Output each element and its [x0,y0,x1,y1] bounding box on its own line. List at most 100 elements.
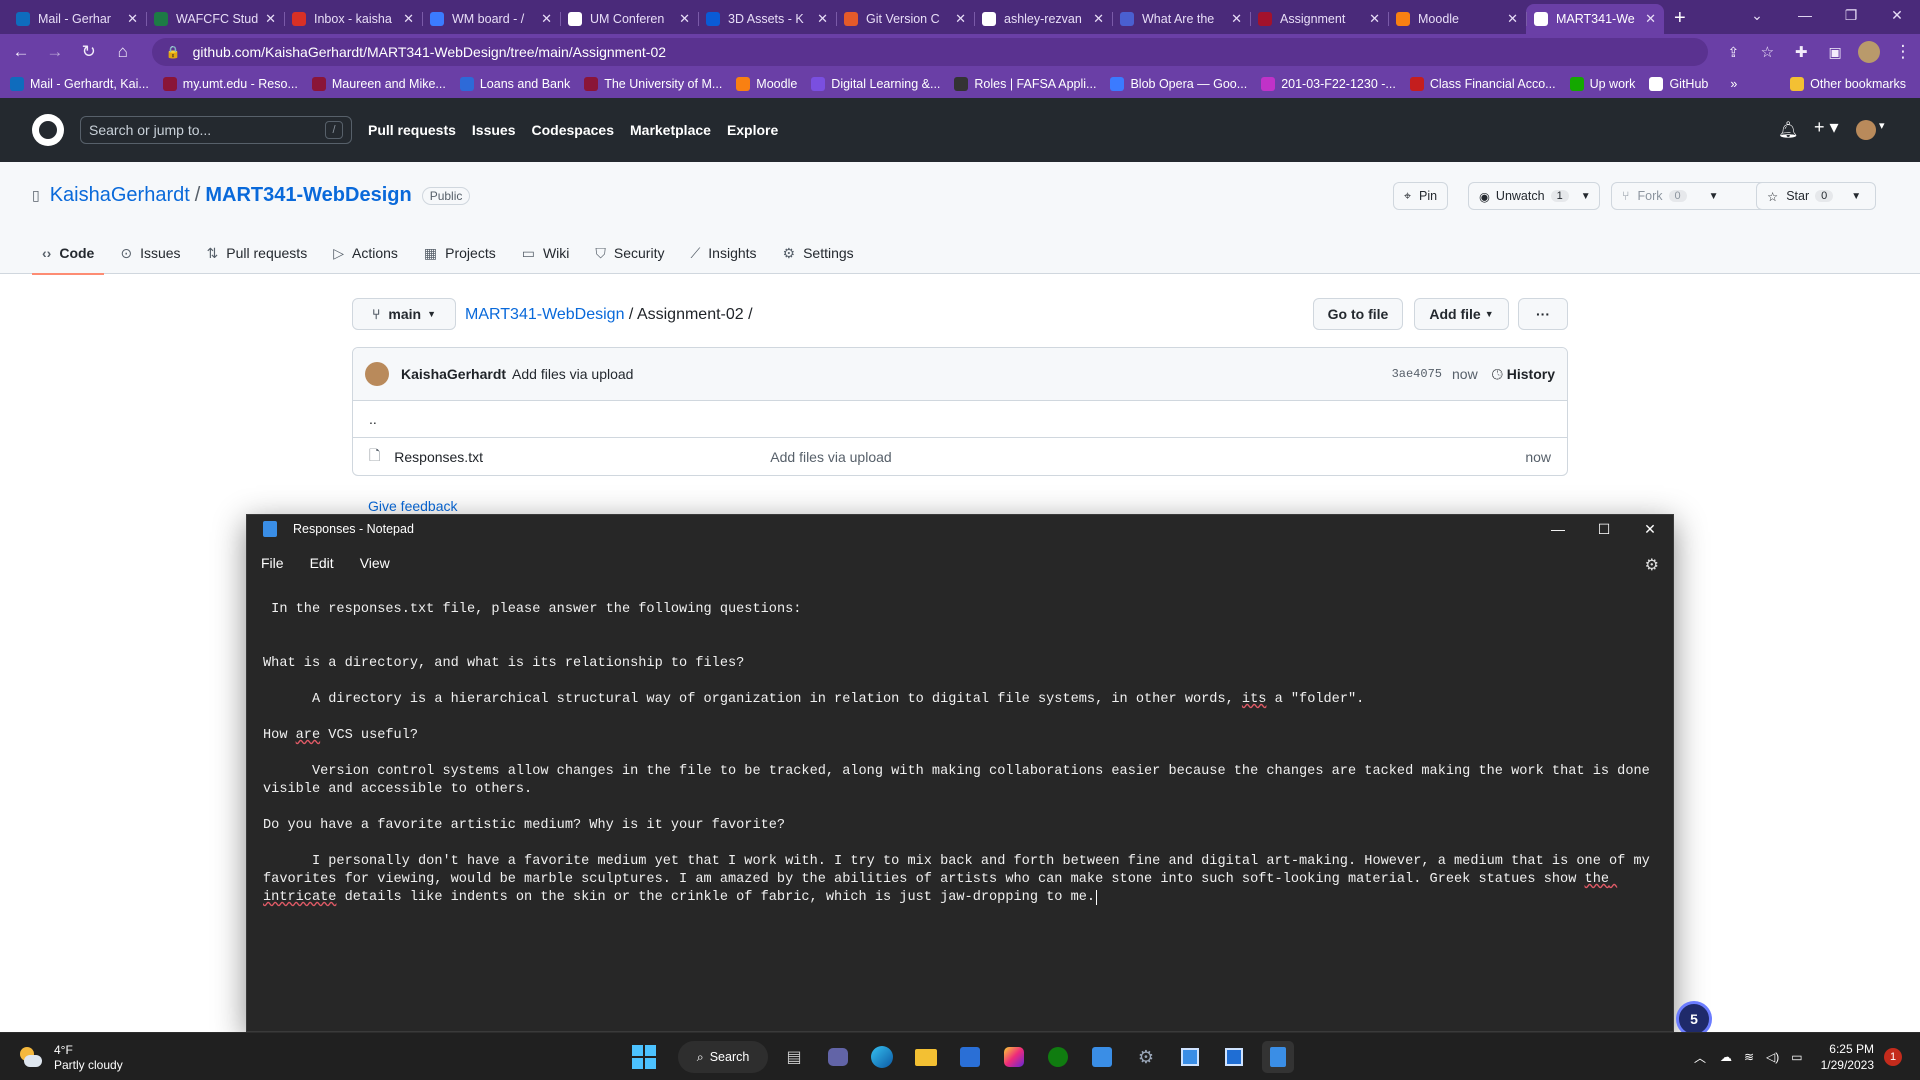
nav-explore[interactable]: Explore [727,122,778,138]
commit-author[interactable]: KaishaGerhardt [401,366,506,382]
bookmark-item[interactable]: Roles | FAFSA Appli... [954,77,1096,91]
tab-pull-requests[interactable]: ⇅ Pull requests [197,232,318,274]
fork-button[interactable]: ⑂ Fork 0 ▼ [1611,182,1769,210]
nav-issues[interactable]: Issues [472,122,516,138]
onedrive-cloud-icon[interactable]: ☁ [1720,1050,1732,1064]
file-commit-message[interactable]: Add files via upload [770,449,1525,465]
notepad-maximize-button[interactable]: ☐ [1581,515,1627,543]
tab-close-icon[interactable]: ✕ [1231,11,1242,27]
notepad-text-area[interactable]: In the responses.txt file, please answer… [263,601,1663,907]
menu-file[interactable]: File [261,555,284,571]
menu-edit[interactable]: Edit [310,555,334,571]
side-panel-icon[interactable]: ▣ [1818,38,1852,66]
tab-code[interactable]: ‹› Code [32,232,105,275]
weather-widget[interactable]: 4°F Partly cloudy [18,1043,123,1073]
settings-gear-icon[interactable]: ⚙ [1130,1041,1162,1073]
tab-issues[interactable]: ⊙ Issues [110,232,190,274]
fork-caret-icon[interactable]: ▼ [1709,191,1719,202]
tab-projects[interactable]: ▦ Projects [414,232,506,274]
browser-tab[interactable]: 3D Assets - K ✕ [698,4,836,34]
repo-name-link[interactable]: MART341-WebDesign [205,184,411,207]
tab-actions[interactable]: ▷ Actions [323,232,408,274]
user-avatar[interactable] [1856,120,1876,140]
nav-pull-requests[interactable]: Pull requests [368,122,456,138]
battery-icon[interactable]: ▭ [1791,1050,1802,1064]
bookmark-item[interactable]: Digital Learning &... [811,77,940,91]
bookmark-item[interactable]: Class Financial Acco... [1409,77,1556,91]
notepad-taskbar-icon[interactable] [1262,1041,1294,1073]
nav-codespaces[interactable]: Codespaces [532,122,614,138]
minimize-button[interactable]: — [1782,0,1828,30]
edge-browser-icon[interactable] [866,1041,898,1073]
notepad-minimize-button[interactable]: — [1535,515,1581,543]
browser-tab[interactable]: Assignment ✕ [1250,4,1388,34]
create-new-icon[interactable]: + ▾ [1814,117,1839,138]
notepad-settings-gear-icon[interactable]: ⚙ [1645,555,1659,575]
address-bar[interactable]: 🔒 github.com/KaishaGerhardt/MART341-WebD… [151,38,1709,66]
browser-tab[interactable]: WM board - / ✕ [422,4,560,34]
tab-close-icon[interactable]: ✕ [1093,11,1104,27]
give-feedback-link[interactable]: Give feedback [368,498,458,514]
more-bookmarks-chevron[interactable]: » [1730,77,1737,91]
close-window-button[interactable]: ✕ [1874,0,1920,30]
tab-search-icon[interactable]: ⌄ [1734,0,1780,30]
tab-close-icon[interactable]: ✕ [955,11,966,27]
parent-directory-row[interactable]: .. [353,401,1567,438]
bookmark-item[interactable]: GitHub [1649,77,1708,91]
tab-wiki[interactable]: ▭ Wiki [512,232,580,274]
more-options-button[interactable]: ··· [1518,298,1568,330]
calendar-app-icon[interactable] [1086,1041,1118,1073]
go-to-file-button[interactable]: Go to file [1313,298,1403,330]
taskbar-search-button[interactable]: ⌕ Search [678,1041,768,1073]
notepad-close-button[interactable]: ✕ [1627,515,1673,543]
home-button[interactable]: ⌂ [106,38,140,66]
pin-button[interactable]: ⌖ Pin [1393,182,1449,210]
tab-close-icon[interactable]: ✕ [265,11,276,27]
branch-selector[interactable]: ⑂ main ▼ [352,298,456,330]
browser-tab[interactable]: ashley-rezvan ✕ [974,4,1112,34]
browser-tab[interactable]: Moodle ✕ [1388,4,1526,34]
tab-security[interactable]: ⛉ Security [585,232,674,274]
menu-view[interactable]: View [360,555,390,571]
tab-close-icon[interactable]: ✕ [817,11,828,27]
microsoft-store-icon[interactable] [954,1041,986,1073]
github-logo-icon[interactable] [32,114,64,146]
tab-close-icon[interactable]: ✕ [541,11,552,27]
teams-chat-icon[interactable] [822,1041,854,1073]
tab-close-icon[interactable]: ✕ [1369,11,1380,27]
commit-author-avatar[interactable] [365,362,389,386]
profile-avatar[interactable] [1852,38,1886,66]
bookmark-item[interactable]: Blob Opera — Goo... [1110,77,1247,91]
parent-dir-link[interactable]: .. [369,411,377,427]
bookmark-item[interactable]: The University of M... [584,77,722,91]
browser-tab[interactable]: Inbox - kaisha ✕ [284,4,422,34]
reload-button[interactable]: ↻ [72,38,106,66]
file-explorer-icon[interactable] [910,1041,942,1073]
bookmark-item[interactable]: 201-03-F22-1230 -... [1261,77,1396,91]
file-name-link[interactable]: Responses.txt [394,449,770,465]
bookmark-item[interactable]: Loans and Bank [459,77,570,91]
tab-close-icon[interactable]: ✕ [1507,11,1518,27]
search-input[interactable]: Search or jump to... / [80,116,352,144]
browser-tab[interactable]: WAFCFC Stud ✕ [146,4,284,34]
breadcrumb-repo-link[interactable]: MART341-WebDesign [465,306,624,323]
browser-tab[interactable]: UM Conferen ✕ [560,4,698,34]
bookmark-star-icon[interactable]: ☆ [1750,38,1784,66]
tab-close-icon[interactable]: ✕ [403,11,414,27]
tray-overflow-icon[interactable]: ︿ [1694,1049,1706,1066]
browser-tab[interactable]: Mail - Gerhar ✕ [8,4,146,34]
whiteboard-app-icon[interactable] [1218,1041,1250,1073]
commit-hash[interactable]: 3ae4075 [1392,367,1442,381]
restore-button[interactable]: ❐ [1828,0,1874,30]
bookmark-item[interactable]: Mail - Gerhardt, Kai... [10,77,149,91]
clock[interactable]: 6:25 PM 1/29/2023 [1821,1041,1874,1073]
task-view-icon[interactable]: ▤ [778,1041,810,1073]
forward-button[interactable]: → [38,38,72,66]
new-tab-button[interactable]: + [1674,7,1686,30]
other-bookmarks-folder[interactable]: Other bookmarks [1790,77,1906,91]
tab-close-icon[interactable]: ✕ [127,11,138,27]
wifi-icon[interactable]: ≋ [1744,1050,1754,1064]
tab-settings[interactable]: ⚙ Settings [773,232,864,274]
back-button[interactable]: ← [4,38,38,66]
xbox-icon[interactable] [1042,1041,1074,1073]
